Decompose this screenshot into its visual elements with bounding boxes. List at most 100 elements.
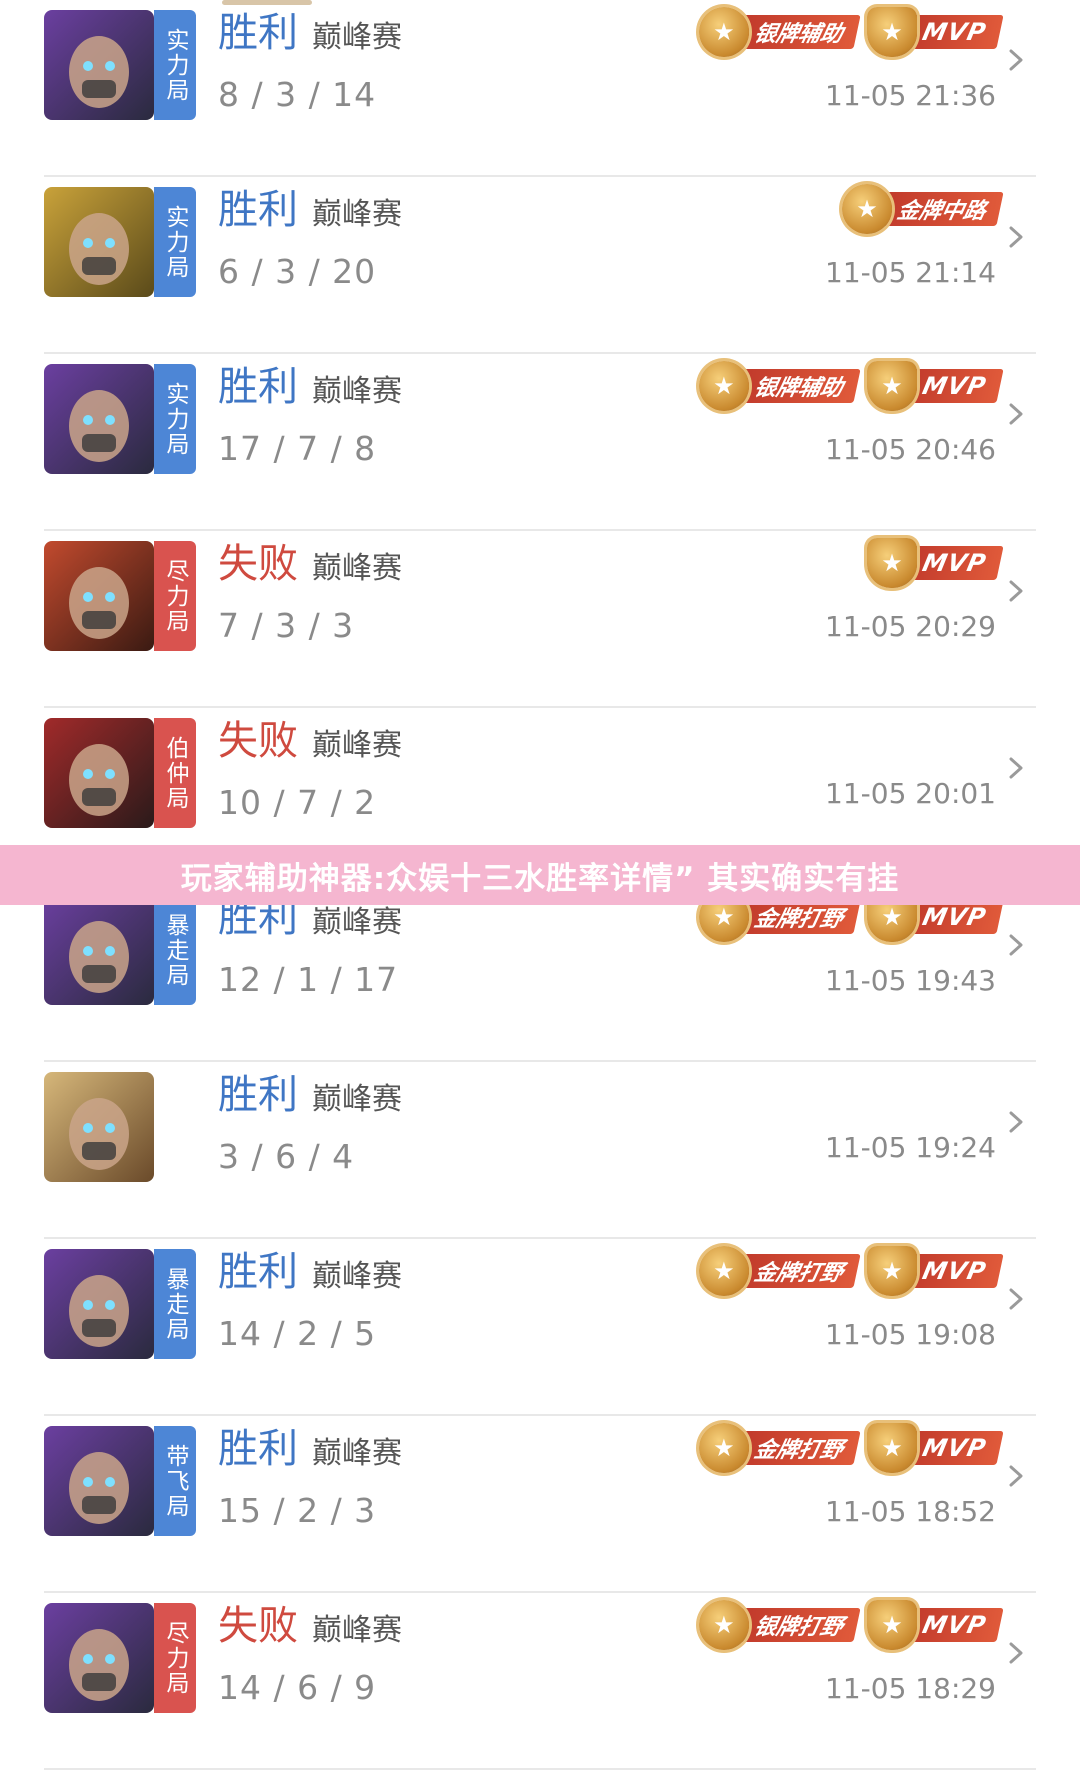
match-mode: 巅峰赛 <box>312 197 402 232</box>
mvp-badge: ★ MVP <box>866 1245 1004 1297</box>
hero-avatar <box>44 541 154 651</box>
medal-icon: ★ <box>698 1423 749 1473</box>
match-row[interactable]: 暴走局 胜利 巅峰赛 12 / 1 / 17 ★ 金牌打野 ★ MVP 11-05… <box>0 885 1080 1062</box>
match-time: 11-05 19:43 <box>825 964 996 997</box>
match-time: 11-05 19:08 <box>825 1318 996 1351</box>
match-row[interactable]: 尽力局 失败 巅峰赛 14 / 6 / 9 ★ 银牌打野 ★ MVP 11-05 … <box>0 1593 1080 1770</box>
chevron-right-icon[interactable] <box>1002 1285 1030 1313</box>
badge-label: 金牌打野 <box>733 1254 861 1288</box>
hero-avatar <box>44 1072 154 1182</box>
match-result: 失败 <box>218 1603 298 1649</box>
medal-icon: ★ <box>698 1246 749 1296</box>
badge-group: ★ 金牌打野 ★ MVP <box>698 1245 1004 1297</box>
medal-icon: ★ <box>841 184 892 234</box>
rank-badge: ★ 银牌辅助 <box>698 360 861 412</box>
chevron-right-icon[interactable] <box>1002 577 1030 605</box>
badge-label: 金牌打野 <box>733 900 861 934</box>
hero-avatar <box>44 1426 154 1536</box>
chevron-right-icon[interactable] <box>1002 223 1030 251</box>
kda-score: 15 / 2 / 3 <box>218 1491 377 1530</box>
match-time: 11-05 21:36 <box>825 79 996 112</box>
performance-tag: 实力局 <box>154 364 196 474</box>
performance-tag: 实力局 <box>154 10 196 120</box>
match-time: 11-05 18:29 <box>825 1672 996 1705</box>
kda-score: 6 / 3 / 20 <box>218 252 377 291</box>
mvp-badge: ★ MVP <box>866 1422 1004 1474</box>
kda-score: 10 / 7 / 2 <box>218 783 377 822</box>
match-row[interactable]: 实力局 胜利 巅峰赛 8 / 3 / 14 ★ 银牌辅助 ★ MVP 11-05 … <box>0 0 1080 177</box>
badge-group: ★ 银牌辅助 ★ MVP <box>698 6 1004 58</box>
match-mode: 巅峰赛 <box>312 551 402 586</box>
badge-group: ★ MVP <box>866 537 1004 589</box>
mvp-badge: ★ MVP <box>866 537 1004 589</box>
chevron-right-icon[interactable] <box>1002 754 1030 782</box>
match-row[interactable]: 实力局 胜利 巅峰赛 17 / 7 / 8 ★ 银牌辅助 ★ MVP 11-05 … <box>0 354 1080 531</box>
kda-score: 17 / 7 / 8 <box>218 429 377 468</box>
chevron-right-icon[interactable] <box>1002 1462 1030 1490</box>
kda-score: 3 / 6 / 4 <box>218 1137 355 1176</box>
performance-tag: 实力局 <box>154 187 196 297</box>
trophy-icon: ★ <box>866 361 917 411</box>
match-result: 胜利 <box>218 10 298 56</box>
hero-avatar <box>44 895 154 1005</box>
rank-badge: ★ 金牌打野 <box>698 1245 861 1297</box>
badge-group: ★ 银牌打野 ★ MVP <box>698 1599 1004 1651</box>
match-row[interactable]: 尽力局 失败 巅峰赛 7 / 3 / 3 ★ MVP 11-05 20:29 <box>0 531 1080 708</box>
rank-badge: ★ 银牌打野 <box>698 1599 861 1651</box>
match-mode: 巅峰赛 <box>312 728 402 763</box>
chevron-right-icon[interactable] <box>1002 400 1030 428</box>
match-row[interactable]: 带飞局 胜利 巅峰赛 15 / 2 / 3 ★ 金牌打野 ★ MVP 11-05 … <box>0 1416 1080 1593</box>
badge-label: 金牌打野 <box>733 1431 861 1465</box>
kda-score: 12 / 1 / 17 <box>218 960 399 999</box>
kda-score: 14 / 2 / 5 <box>218 1314 377 1353</box>
match-mode: 巅峰赛 <box>312 905 402 940</box>
match-result: 胜利 <box>218 1426 298 1472</box>
chevron-right-icon[interactable] <box>1002 46 1030 74</box>
badge-label: 银牌辅助 <box>733 15 861 49</box>
trophy-icon: ★ <box>866 538 917 588</box>
hero-avatar <box>44 1603 154 1713</box>
match-mode: 巅峰赛 <box>312 1259 402 1294</box>
performance-tag: 尽力局 <box>154 541 196 651</box>
match-row[interactable]: 胜利 巅峰赛 3 / 6 / 4 11-05 19:24 <box>0 1062 1080 1239</box>
badge-group: ★ 金牌打野 ★ MVP <box>698 1422 1004 1474</box>
chevron-right-icon[interactable] <box>1002 1639 1030 1667</box>
trophy-icon: ★ <box>866 1600 917 1650</box>
match-row[interactable]: 暴走局 胜利 巅峰赛 14 / 2 / 5 ★ 金牌打野 ★ MVP 11-05 … <box>0 1239 1080 1416</box>
match-time: 11-05 18:52 <box>825 1495 996 1528</box>
chevron-right-icon[interactable] <box>1002 1108 1030 1136</box>
match-mode: 巅峰赛 <box>312 1436 402 1471</box>
badge-label: 银牌辅助 <box>733 369 861 403</box>
match-time: 11-05 20:01 <box>825 777 996 810</box>
chevron-right-icon[interactable] <box>1002 931 1030 959</box>
badge-group: ★ 金牌中路 <box>841 183 1004 235</box>
match-result: 胜利 <box>218 1249 298 1295</box>
kda-score: 8 / 3 / 14 <box>218 75 377 114</box>
match-mode: 巅峰赛 <box>312 20 402 55</box>
match-row[interactable]: 实力局 胜利 巅峰赛 6 / 3 / 20 ★ 金牌中路 11-05 21:14 <box>0 177 1080 354</box>
match-time: 11-05 21:14 <box>825 256 996 289</box>
medal-icon: ★ <box>698 1600 749 1650</box>
hero-avatar <box>44 10 154 120</box>
hero-avatar <box>44 718 154 828</box>
performance-tag: 尽力局 <box>154 1603 196 1713</box>
performance-tag: 暴走局 <box>154 895 196 1005</box>
medal-icon: ★ <box>698 361 749 411</box>
kda-score: 7 / 3 / 3 <box>218 606 355 645</box>
performance-tag: 伯仲局 <box>154 718 196 828</box>
match-time: 11-05 20:29 <box>825 610 996 643</box>
match-time: 11-05 19:24 <box>825 1131 996 1164</box>
mvp-badge: ★ MVP <box>866 1599 1004 1651</box>
hero-avatar <box>44 187 154 297</box>
rank-badge: ★ 金牌中路 <box>841 183 1004 235</box>
performance-tag: 带飞局 <box>154 1426 196 1536</box>
performance-tag: 暴走局 <box>154 1249 196 1359</box>
badge-label: 金牌中路 <box>876 192 1004 226</box>
mvp-badge: ★ MVP <box>866 6 1004 58</box>
trophy-icon: ★ <box>866 7 917 57</box>
trophy-icon: ★ <box>866 1423 917 1473</box>
mvp-badge: ★ MVP <box>866 360 1004 412</box>
match-mode: 巅峰赛 <box>312 374 402 409</box>
match-result: 胜利 <box>218 1072 298 1118</box>
match-result: 胜利 <box>218 187 298 233</box>
